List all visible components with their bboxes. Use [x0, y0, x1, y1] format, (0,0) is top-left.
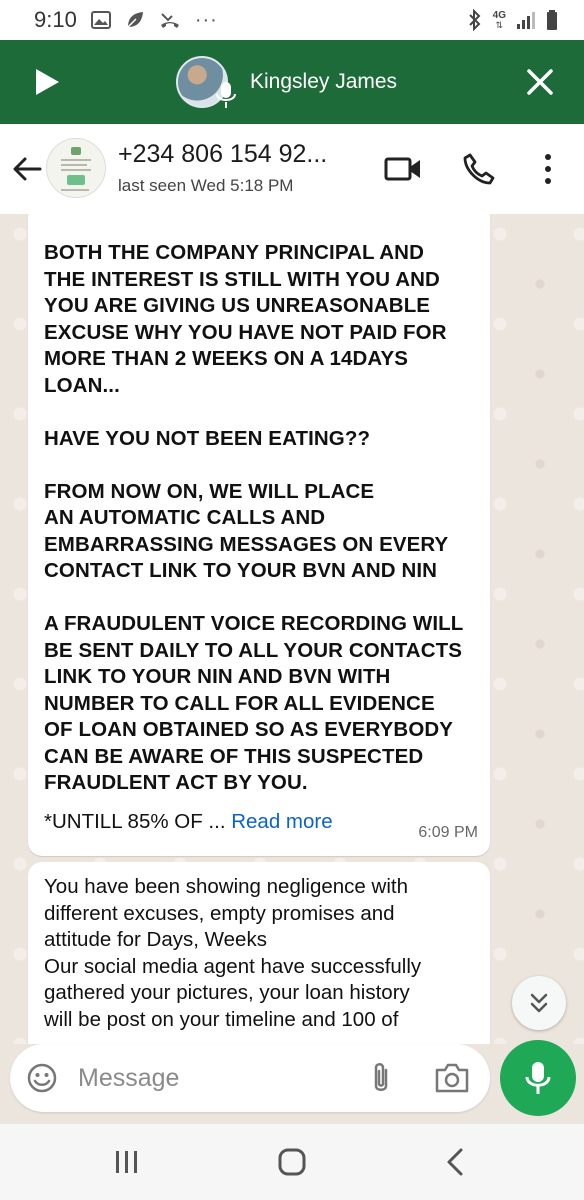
- message-line: gathered your pictures, your loan histor…: [44, 981, 410, 1004]
- message-line: BE SENT DAILY TO ALL YOUR CONTACTS: [44, 638, 463, 662]
- message-line: CONTACT LINK TO YOUR BVN AND NIN: [44, 559, 438, 582]
- message-line: MORE THAN 2 WEEKS ON A 14DAYS: [44, 347, 408, 370]
- video-call-icon[interactable]: [384, 154, 422, 184]
- truncated-text: *UNTILL 85% OF ...: [44, 810, 232, 833]
- message-line: HAVE YOU NOT BEEN EATING??: [44, 426, 371, 450]
- message-line: FRAUDLENT ACT BY YOU.: [44, 771, 308, 794]
- message-composer: [10, 1044, 490, 1112]
- chat-header: +234 806 154 92... last seen Wed 5:18 PM: [0, 124, 584, 214]
- message-line: THE INTEREST IS STILL WITH YOU AND: [44, 267, 440, 291]
- caller-name: Kingsley James: [250, 70, 398, 93]
- chat-messages-area[interactable]: BOTH THE COMPANY PRINCIPAL AND THE INTERE…: [0, 214, 584, 1044]
- voice-call-icon[interactable]: [462, 152, 496, 186]
- avatar-stamp-graphic: [67, 175, 85, 185]
- voice-message-button[interactable]: [500, 1040, 576, 1116]
- avatar-seal-graphic: [71, 147, 81, 155]
- message-line: AN AUTOMATIC CALLS AND: [44, 506, 326, 529]
- status-right-icons: 4G ⇅: [467, 9, 558, 31]
- home-icon[interactable]: [276, 1146, 308, 1178]
- message-line: EMBARRASSING MESSAGES ON EVERY: [44, 532, 449, 556]
- message-line: CAN BE AWARE OF THIS SUSPECTED: [44, 744, 424, 768]
- message-input[interactable]: [78, 1058, 338, 1098]
- message-line: LINK TO YOUR NIN AND BVN WITH: [44, 665, 391, 688]
- more-options-icon[interactable]: [536, 152, 560, 186]
- incoming-message[interactable]: You have been showing negligence with dif…: [28, 862, 490, 1044]
- battery-icon: [547, 10, 557, 30]
- message-line: BOTH THE COMPANY PRINCIPAL AND: [44, 241, 424, 264]
- message-truncated-line: *UNTILL 85% OF ... Read more: [44, 810, 333, 834]
- message-line: EXCUSE WHY YOU HAVE NOT PAID FOR: [44, 320, 447, 344]
- double-chevron-down-icon: [530, 993, 548, 1013]
- more-notifications: ···: [194, 8, 218, 31]
- incoming-message[interactable]: BOTH THE COMPANY PRINCIPAL AND THE INTERE…: [28, 214, 490, 856]
- contact-avatar[interactable]: [46, 138, 106, 198]
- message-line: OF LOAN OBTAINED SO AS EVERYBODY: [44, 718, 454, 741]
- status-bar: 9:10 ··· 4G ⇅: [0, 0, 584, 40]
- data-arrows-icon: ⇅: [495, 19, 504, 30]
- message-line: A FRAUDULENT VOICE RECORDING WILL: [44, 612, 464, 635]
- message-timestamp: 6:09 PM: [418, 824, 478, 841]
- bluetooth-icon: [468, 9, 481, 31]
- recent-apps-icon[interactable]: [112, 1148, 142, 1176]
- back-icon[interactable]: [444, 1146, 466, 1178]
- close-icon[interactable]: [524, 66, 556, 98]
- network-type: 4G: [492, 9, 506, 21]
- message-line: Our social media agent have successfully: [44, 954, 422, 978]
- missed-call-notification-icon: [160, 13, 179, 28]
- read-more-link[interactable]: Read more: [231, 810, 332, 833]
- ongoing-call-banner[interactable]: Kingsley James: [0, 40, 584, 124]
- emoji-icon[interactable]: [26, 1062, 58, 1094]
- message-line: will be post on your timeline and 100 of: [44, 1007, 399, 1031]
- gallery-notification-icon: [90, 11, 111, 29]
- message-line: different excuses, empty promises and: [44, 901, 395, 925]
- status-left-icons: ···: [90, 8, 218, 32]
- message-line: You have been showing negligence with: [44, 875, 408, 898]
- contact-name[interactable]: +234 806 154 92...: [118, 140, 327, 169]
- microphone-icon: [525, 1062, 551, 1094]
- play-icon[interactable]: [32, 67, 62, 97]
- message-line: LOAN...: [44, 373, 120, 397]
- scroll-to-bottom-button[interactable]: [512, 976, 566, 1030]
- camera-icon[interactable]: [434, 1062, 470, 1094]
- status-time: 9:10: [34, 7, 77, 32]
- message-line: NUMBER TO CALL FOR ALL EVIDENCE: [44, 691, 435, 715]
- paperclip-icon[interactable]: [368, 1060, 394, 1096]
- message-line: FROM NOW ON, WE WILL PLACE: [44, 479, 375, 503]
- message-line: attitude for Days, Weeks: [44, 928, 267, 951]
- back-arrow-icon[interactable]: [10, 152, 44, 186]
- last-seen-status: last seen Wed 5:18 PM: [118, 176, 294, 195]
- system-navigation-bar: [0, 1124, 584, 1200]
- message-line: YOU ARE GIVING US UNREASONABLE: [44, 294, 431, 317]
- network-indicator: 4G ⇅: [492, 9, 506, 30]
- microphone-icon: [216, 82, 236, 108]
- signal-icon: [517, 12, 535, 29]
- leaf-notification-icon: [127, 12, 143, 28]
